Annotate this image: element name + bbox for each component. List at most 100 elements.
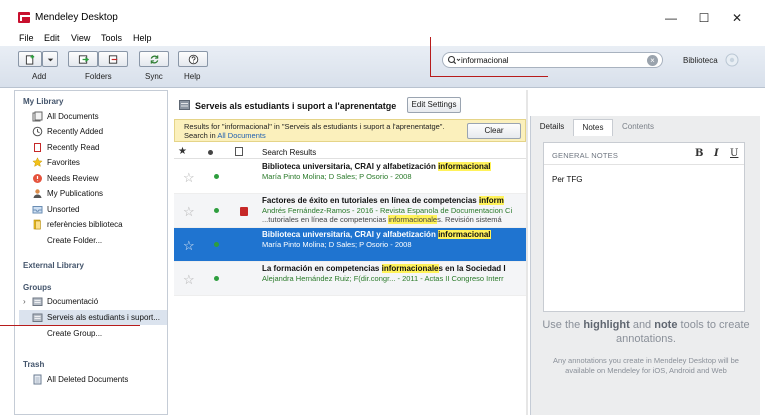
search-field[interactable]: informacional ×: [442, 52, 663, 68]
sidebar-item-group-documentacio[interactable]: › Documentació: [19, 294, 167, 309]
chevron-right-icon[interactable]: ›: [23, 297, 26, 306]
pdf-icon[interactable]: [240, 207, 248, 216]
general-notes-label: GENERAL NOTES: [552, 151, 619, 160]
favorite-star-icon[interactable]: ☆: [183, 170, 195, 186]
tab-contents[interactable]: Contents: [615, 119, 661, 136]
table-row[interactable]: ☆ La formación en competencias informacio…: [174, 262, 528, 296]
clear-button[interactable]: Clear: [467, 123, 521, 139]
external-library-header[interactable]: External Library: [23, 261, 84, 270]
tab-notes[interactable]: Notes: [573, 119, 613, 136]
maximize-button[interactable]: ☐: [694, 10, 714, 26]
folder-title: Serveis als estudiants i suport a l'apre…: [195, 101, 397, 111]
italic-button[interactable]: I: [714, 148, 719, 159]
read-status-column-icon[interactable]: [208, 150, 213, 155]
remove-folder-button[interactable]: [98, 51, 128, 67]
tray-icon: [32, 206, 43, 214]
create-folder-button[interactable]: Create Folder...: [19, 233, 167, 248]
sidebar-item-label: Documentació: [47, 297, 99, 306]
menu-help[interactable]: Help: [133, 33, 152, 43]
sidebar-item-needs-review[interactable]: Needs Review: [19, 171, 167, 186]
trash-doc-icon: [33, 374, 42, 385]
table-row[interactable]: ☆ Biblioteca universitaria, CRAI y alfabe…: [174, 160, 528, 194]
document-title: Factores de éxito en tutoriales en línea…: [262, 196, 504, 205]
menu-file[interactable]: File: [19, 33, 34, 43]
splitter[interactable]: [526, 90, 528, 415]
sidebar-item-my-publications[interactable]: My Publications: [19, 186, 167, 201]
hint-note: note: [654, 319, 678, 331]
user-name[interactable]: Biblioteca: [683, 56, 718, 65]
annotation-line: [430, 76, 548, 77]
read-status-icon[interactable]: [214, 276, 219, 281]
avatar-icon[interactable]: [724, 52, 740, 68]
sidebar-item-group-serveis[interactable]: Serveis als estudiants i suport...: [19, 310, 167, 325]
help-label: Help: [184, 72, 201, 81]
help-button[interactable]: [178, 51, 208, 67]
menu-edit[interactable]: Edit: [44, 33, 60, 43]
sidebar-item-recently-read[interactable]: Recently Read: [19, 140, 167, 155]
search-input[interactable]: informacional: [461, 56, 509, 65]
sidebar-item-label: Favorites: [47, 158, 80, 167]
bold-button[interactable]: B: [695, 148, 703, 159]
read-status-icon[interactable]: [214, 242, 219, 247]
favorite-star-icon[interactable]: ☆: [183, 238, 195, 254]
add-button[interactable]: [18, 51, 42, 67]
document-title: Biblioteca universitaria, CRAI y alfabet…: [262, 230, 491, 239]
sidebar-item-label: All Deleted Documents: [47, 375, 129, 384]
banner-line: Results for "informacional" in "Serveis …: [184, 122, 445, 131]
book-icon: [34, 143, 41, 152]
hint-text: Use the: [542, 319, 584, 331]
read-status-icon[interactable]: [214, 208, 219, 213]
sidebar-item-label: My Publications: [47, 189, 104, 198]
edit-settings-button[interactable]: Edit Settings: [407, 97, 461, 113]
title-bar: Mendeley Desktop — ☐ ✕: [0, 0, 765, 30]
help-icon: [188, 54, 198, 64]
all-documents-link[interactable]: All Documents: [217, 131, 265, 140]
folder-icon: [33, 219, 41, 230]
star-column-icon[interactable]: ★: [178, 146, 187, 157]
table-row[interactable]: ☆ Biblioteca universitaria, CRAI y alfabe…: [174, 228, 528, 262]
window-title: Mendeley Desktop: [35, 12, 118, 23]
details-tabs: Details Notes Contents: [531, 116, 761, 136]
folder-add-icon: [78, 54, 89, 64]
annotation-sync-hint: Any annotations you create in Mendeley D…: [553, 356, 739, 375]
menu-bar: File Edit View Tools Help: [0, 30, 765, 46]
favorite-star-icon[interactable]: ☆: [183, 204, 195, 220]
sidebar-item-favorites[interactable]: Favorites: [19, 155, 167, 170]
document-column-icon[interactable]: [235, 147, 243, 156]
search-icon: [447, 55, 461, 65]
sidebar-item-unsorted[interactable]: Unsorted: [19, 202, 167, 217]
sidebar-item-label: Serveis als estudiants i suport...: [47, 313, 160, 322]
column-title[interactable]: Search Results: [262, 148, 316, 157]
document-authors: María Pinto Molina; D Sales; P Osorio - …: [262, 172, 412, 181]
groups-header: Groups: [23, 283, 52, 292]
banner-text: Results for "informacional" in "Serveis …: [184, 122, 469, 140]
general-notes-editor[interactable]: GENERAL NOTES B I U Per TFG: [543, 142, 745, 312]
close-button[interactable]: ✕: [727, 10, 747, 26]
tab-details[interactable]: Details: [535, 119, 569, 136]
menu-tools[interactable]: Tools: [101, 33, 122, 43]
search-results-banner: Results for "informacional" in "Serveis …: [174, 119, 526, 142]
favorite-star-icon[interactable]: ☆: [183, 272, 195, 288]
document-title: Biblioteca universitaria, CRAI y alfabet…: [262, 162, 491, 171]
group-icon: [32, 313, 43, 322]
sidebar-item-referencies-biblioteca[interactable]: referències biblioteca: [19, 217, 167, 232]
sidebar-item-label: Recently Read: [47, 143, 100, 152]
new-folder-button[interactable]: [68, 51, 98, 67]
sidebar-item-all-documents[interactable]: All Documents: [19, 109, 167, 124]
underline-button[interactable]: U: [730, 148, 738, 159]
folder-remove-icon: [108, 54, 117, 64]
sync-button[interactable]: [139, 51, 169, 67]
banner-prefix: Search in: [184, 131, 218, 140]
mendeley-logo-icon: [18, 12, 32, 23]
minimize-button[interactable]: —: [661, 10, 681, 26]
table-row[interactable]: ☆ Factores de éxito en tutoriales en líne…: [174, 194, 528, 228]
menu-view[interactable]: View: [71, 33, 90, 43]
sidebar-item-recently-added[interactable]: Recently Added: [19, 124, 167, 139]
sidebar-item-all-deleted[interactable]: All Deleted Documents: [19, 372, 167, 387]
create-group-button[interactable]: Create Group...: [19, 326, 167, 341]
clear-search-icon[interactable]: ×: [647, 55, 658, 66]
note-text[interactable]: Per TFG: [552, 175, 583, 184]
add-dropdown-button[interactable]: [42, 51, 58, 67]
read-status-icon[interactable]: [214, 174, 219, 179]
sync-label: Sync: [145, 72, 163, 81]
